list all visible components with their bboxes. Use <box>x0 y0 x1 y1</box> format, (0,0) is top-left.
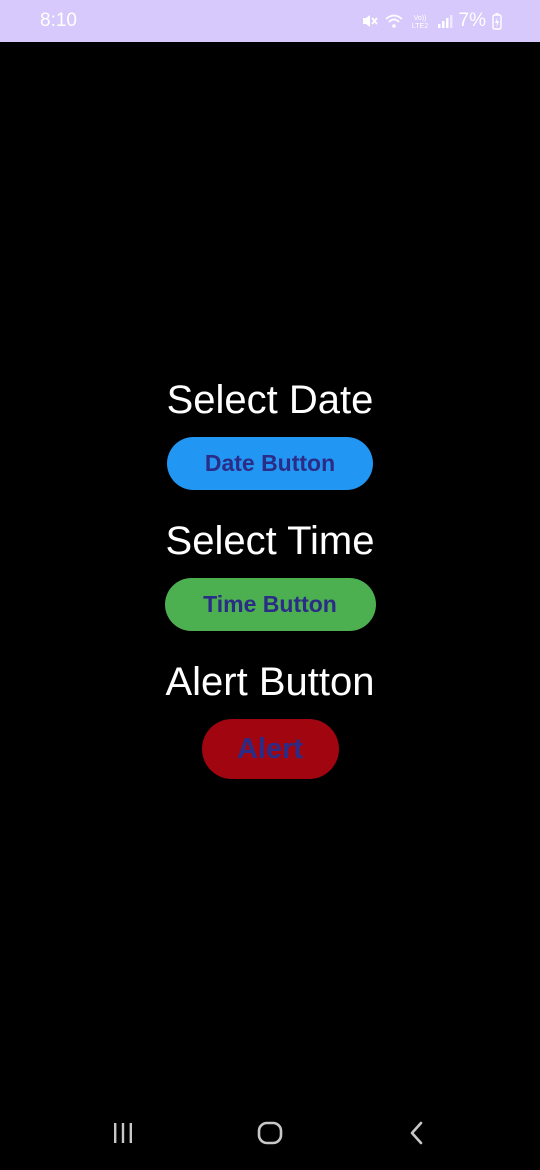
app-screen: 8:10 Vo)) LTE2 7% Select Date Date Butto… <box>0 0 540 1170</box>
wifi-icon <box>384 13 403 29</box>
battery-charging-icon <box>492 12 502 30</box>
select-time-title: Select Time <box>165 519 375 563</box>
home-icon[interactable] <box>240 1113 300 1153</box>
time-button[interactable]: Time Button <box>164 578 376 631</box>
status-time: 8:10 <box>40 10 77 31</box>
recent-apps-icon[interactable] <box>93 1113 153 1153</box>
mute-icon <box>361 12 379 30</box>
status-icons: Vo)) LTE2 7% <box>361 10 502 32</box>
date-button[interactable]: Date Button <box>167 437 373 490</box>
svg-text:LTE2: LTE2 <box>411 23 427 30</box>
volte-icon: Vo)) LTE2 <box>409 12 431 30</box>
svg-text:Vo)): Vo)) <box>413 15 426 22</box>
battery-level: 7% <box>458 10 486 31</box>
navigation-bar <box>0 1108 540 1170</box>
alert-title: Alert Button <box>165 660 375 704</box>
alert-button[interactable]: Alert <box>201 719 339 779</box>
status-bar: 8:10 Vo)) LTE2 7% <box>0 0 540 42</box>
main-content: Select Date Date Button Select Time Time… <box>0 372 540 779</box>
signal-icon <box>437 13 453 29</box>
select-date-title: Select Date <box>166 378 374 422</box>
back-icon[interactable] <box>387 1113 447 1153</box>
